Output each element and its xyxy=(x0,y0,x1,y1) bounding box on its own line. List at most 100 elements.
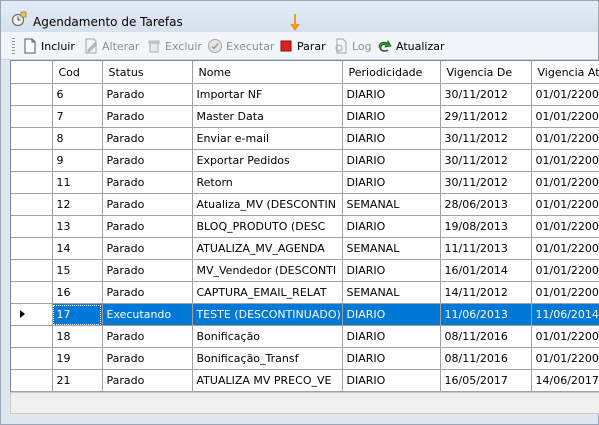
row-header[interactable] xyxy=(11,215,53,238)
cell-nome[interactable]: Bonificação_Transf xyxy=(192,347,343,370)
cell-vigencia-ate[interactable]: 01/01/2200 xyxy=(531,193,599,216)
cell-vigencia-ate[interactable]: 01/01/2200 xyxy=(531,237,599,260)
row-header[interactable] xyxy=(11,281,53,304)
cell-nome[interactable]: CAPTURA_EMAIL_RELAT xyxy=(192,281,343,304)
cell-periodicidade[interactable]: DIARIO xyxy=(342,105,441,128)
cell-periodicidade[interactable]: DIARIO xyxy=(342,149,441,172)
cell-cod[interactable]: 12 xyxy=(52,193,103,216)
row-header[interactable] xyxy=(11,83,53,106)
row-header[interactable] xyxy=(11,303,53,326)
cell-vigencia-de[interactable]: 08/11/2016 xyxy=(440,347,532,370)
parar-button[interactable]: Parar xyxy=(278,37,326,55)
table-row[interactable]: 15 Parado MV_Vendedor (DESCONTI DIARIO 16/01… xyxy=(11,259,599,282)
cell-cod[interactable]: 9 xyxy=(52,149,103,172)
tasks-grid[interactable]: Cod Status Nome Periodicidade Vigencia D… xyxy=(10,60,599,393)
cell-status[interactable]: Parado xyxy=(102,149,193,172)
cell-periodicidade[interactable]: DIARIO xyxy=(342,369,441,392)
cell-cod[interactable]: 17 xyxy=(52,303,103,326)
cell-cod[interactable]: 16 xyxy=(52,281,103,304)
toolbar-grip[interactable] xyxy=(12,38,15,54)
cell-status[interactable]: Parado xyxy=(102,369,193,392)
cell-vigencia-ate[interactable]: 01/01/2200 xyxy=(531,347,599,370)
row-header[interactable] xyxy=(11,127,53,150)
column-header-vigencia-de[interactable]: Vigencia De xyxy=(440,61,532,84)
cell-vigencia-ate[interactable]: 11/06/2014 xyxy=(531,303,599,326)
cell-nome[interactable]: BLOQ_PRODUTO (DESC xyxy=(192,215,343,238)
log-button[interactable]: Log xyxy=(333,37,372,55)
cell-nome[interactable]: Atualiza_MV (DESCONTIN xyxy=(192,193,343,216)
row-header[interactable] xyxy=(11,149,53,172)
table-row[interactable]: 17 Executando TESTE (DESCONTINUADO) DIARIO 1… xyxy=(11,303,599,326)
cell-cod[interactable]: 18 xyxy=(52,325,103,348)
cell-vigencia-ate[interactable]: 01/01/2200 xyxy=(531,105,599,128)
incluir-button[interactable]: Incluir xyxy=(22,37,75,55)
cell-vigencia-de[interactable]: 14/11/2012 xyxy=(440,281,532,304)
cell-vigencia-ate[interactable]: 01/01/2200 xyxy=(531,325,599,348)
cell-periodicidade[interactable]: SEMANAL xyxy=(342,281,441,304)
cell-status[interactable]: Parado xyxy=(102,215,193,238)
cell-cod[interactable]: 11 xyxy=(52,171,103,194)
column-header-cod[interactable]: Cod xyxy=(52,61,103,84)
cell-vigencia-de[interactable]: 30/11/2012 xyxy=(440,127,532,150)
table-row[interactable]: 8 Parado Enviar e-mail DIARIO 30/11/2012 01/0… xyxy=(11,127,599,150)
table-row[interactable]: 14 Parado ATUALIZA_MV_AGENDA SEMANAL 11/11/2… xyxy=(11,237,599,260)
cell-vigencia-de[interactable]: 08/11/2016 xyxy=(440,325,532,348)
table-row[interactable]: 18 Parado Bonificação DIARIO 08/11/2016 01/01… xyxy=(11,325,599,348)
cell-nome[interactable]: ATUALIZA_MV_AGENDA xyxy=(192,237,343,260)
cell-periodicidade[interactable]: DIARIO xyxy=(342,215,441,238)
table-row[interactable]: 7 Parado Master Data DIARIO 29/11/2012 01/01/… xyxy=(11,105,599,128)
cell-nome[interactable]: Bonificação xyxy=(192,325,343,348)
cell-cod[interactable]: 21 xyxy=(52,369,103,392)
table-row[interactable]: 19 Parado Bonificação_Transf DIARIO 08/11/20… xyxy=(11,347,599,370)
row-header[interactable] xyxy=(11,193,53,216)
cell-vigencia-de[interactable]: 16/05/2017 xyxy=(440,369,532,392)
cell-vigencia-ate[interactable]: 01/01/2200 xyxy=(531,149,599,172)
cell-cod[interactable]: 14 xyxy=(52,237,103,260)
cell-vigencia-ate[interactable]: 01/01/2200 xyxy=(531,171,599,194)
cell-vigencia-de[interactable]: 30/11/2012 xyxy=(440,83,532,106)
cell-vigencia-ate[interactable]: 01/01/2200 xyxy=(531,127,599,150)
atualizar-button[interactable]: Atualizar xyxy=(377,37,445,55)
cell-vigencia-de[interactable]: 11/11/2013 xyxy=(440,237,532,260)
cell-nome[interactable]: Importar NF xyxy=(192,83,343,106)
cell-vigencia-ate[interactable]: 01/01/2200 xyxy=(531,259,599,282)
table-row[interactable]: 12 Parado Atualiza_MV (DESCONTIN SEMANAL 28/… xyxy=(11,193,599,216)
cell-periodicidade[interactable]: DIARIO xyxy=(342,171,441,194)
cell-vigencia-ate[interactable]: 01/01/2200 xyxy=(531,215,599,238)
cell-nome[interactable]: Exportar Pedidos xyxy=(192,149,343,172)
cell-periodicidade[interactable]: DIARIO xyxy=(342,83,441,106)
cell-cod[interactable]: 13 xyxy=(52,215,103,238)
row-header[interactable] xyxy=(11,105,53,128)
table-row[interactable]: 16 Parado CAPTURA_EMAIL_RELAT SEMANAL 14/11/… xyxy=(11,281,599,304)
cell-nome[interactable]: Retorn xyxy=(192,171,343,194)
cell-status[interactable]: Parado xyxy=(102,347,193,370)
cell-periodicidade[interactable]: DIARIO xyxy=(342,347,441,370)
cell-cod[interactable]: 6 xyxy=(52,83,103,106)
cell-periodicidade[interactable]: DIARIO xyxy=(342,303,441,326)
row-header[interactable] xyxy=(11,369,53,392)
cell-status[interactable]: Parado xyxy=(102,281,193,304)
cell-vigencia-de[interactable]: 30/11/2012 xyxy=(440,171,532,194)
row-header[interactable] xyxy=(11,237,53,260)
cell-nome[interactable]: Master Data xyxy=(192,105,343,128)
excluir-button[interactable]: Excluir xyxy=(146,37,202,55)
executar-button[interactable]: Executar xyxy=(207,37,275,55)
table-row[interactable]: 11 Parado Retorn DIARIO 30/11/2012 01/01/2200 xyxy=(11,171,599,194)
cell-status[interactable]: Parado xyxy=(102,259,193,282)
cell-periodicidade[interactable]: DIARIO xyxy=(342,127,441,150)
column-header-vigencia-ate[interactable]: Vigencia Ate xyxy=(531,61,599,84)
cell-vigencia-de[interactable]: 30/11/2012 xyxy=(440,149,532,172)
cell-status[interactable]: Parado xyxy=(102,127,193,150)
cell-vigencia-ate[interactable]: 01/01/2200 xyxy=(531,281,599,304)
table-row[interactable]: 21 Parado ATUALIZA MV PRECO_VE DIARIO 16/05/… xyxy=(11,369,599,392)
cell-vigencia-de[interactable]: 29/11/2012 xyxy=(440,105,532,128)
cell-cod[interactable]: 8 xyxy=(52,127,103,150)
cell-periodicidade[interactable]: DIARIO xyxy=(342,259,441,282)
cell-cod[interactable]: 7 xyxy=(52,105,103,128)
row-header[interactable] xyxy=(11,171,53,194)
cell-status[interactable]: Parado xyxy=(102,325,193,348)
cell-periodicidade[interactable]: DIARIO xyxy=(342,325,441,348)
cell-status[interactable]: Executando xyxy=(102,303,193,326)
cell-vigencia-ate[interactable]: 14/06/2017 xyxy=(531,369,599,392)
cell-vigencia-ate[interactable]: 01/01/2200 xyxy=(531,83,599,106)
